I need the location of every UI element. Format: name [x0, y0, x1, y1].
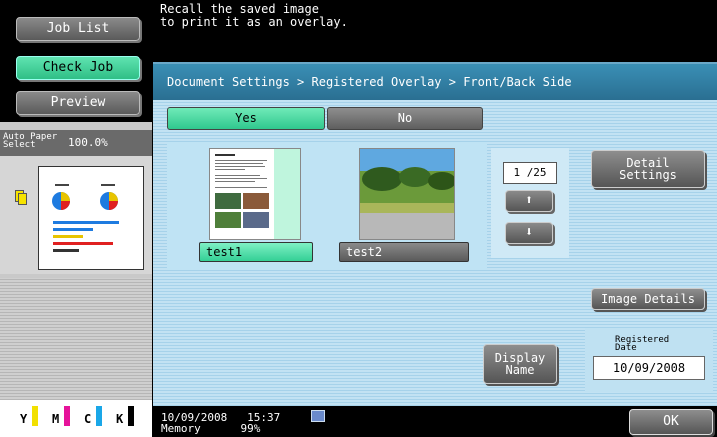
registered-date-label: Registered Date — [615, 335, 670, 353]
zoom-value: 100.0% — [68, 136, 108, 149]
toner-k-level — [128, 406, 134, 426]
preview-button[interactable]: Preview — [16, 91, 140, 115]
paper-info: Auto Paper Select 100.0% — [0, 130, 152, 156]
preview-area — [0, 156, 152, 274]
overlay-list: test1 test2 — [167, 142, 487, 270]
page-total: /25 — [526, 166, 547, 179]
toner-y-level — [32, 406, 38, 426]
detail-settings-button[interactable]: Detail Settings — [591, 150, 705, 188]
paper-select-label: Auto Paper Select — [3, 132, 58, 150]
left-lower-area — [0, 278, 152, 400]
page-count: 1 /25 — [503, 162, 557, 184]
tab-no[interactable]: No — [327, 107, 483, 130]
overlay-thumbnail-test1[interactable] — [209, 148, 301, 240]
display-name-button[interactable]: Display Name — [483, 344, 557, 384]
registered-date-value: 10/09/2008 — [593, 356, 705, 380]
overlay-item-test1[interactable]: test1 — [199, 242, 313, 262]
breadcrumb: Document Settings > Registered Overlay >… — [153, 64, 717, 100]
main-panel: Document Settings > Registered Overlay >… — [153, 62, 717, 406]
network-icon — [311, 410, 325, 422]
status-bar: 10/09/2008 15:37 Memory 99% OK — [153, 406, 717, 437]
image-details-button[interactable]: Image Details — [591, 288, 705, 310]
toner-label-c: C — [84, 412, 92, 426]
check-job-button[interactable]: Check Job — [16, 56, 140, 80]
toner-levels: Y M C K — [0, 400, 152, 437]
pager: 1 /25 ⬆ ⬇ — [491, 148, 569, 258]
overlay-item-test2[interactable]: test2 — [339, 242, 469, 262]
left-column: Job List Check Job Preview Auto Paper Se… — [0, 0, 152, 437]
datetime-memory: 10/09/2008 15:37 Memory 99% — [161, 411, 281, 435]
preview-thumbnail — [38, 166, 144, 270]
page-down-button[interactable]: ⬇ — [505, 222, 553, 244]
page-stack-icon — [15, 190, 27, 206]
toner-c-level — [96, 406, 102, 426]
toner-label-y: Y — [20, 412, 28, 426]
instruction-message: Recall the saved image to print it as an… — [160, 2, 348, 29]
overlay-thumbnail-test2[interactable] — [359, 148, 456, 240]
registered-date-box: Registered Date 10/09/2008 — [585, 328, 713, 392]
page-up-button[interactable]: ⬆ — [505, 190, 553, 212]
toner-label-m: M — [52, 412, 60, 426]
toner-m-level — [64, 406, 70, 426]
job-list-button[interactable]: Job List — [16, 17, 140, 41]
page-current: 1 — [513, 166, 521, 179]
ok-button[interactable]: OK — [629, 409, 713, 435]
tab-yes[interactable]: Yes — [167, 107, 325, 130]
toner-label-k: K — [116, 412, 124, 426]
